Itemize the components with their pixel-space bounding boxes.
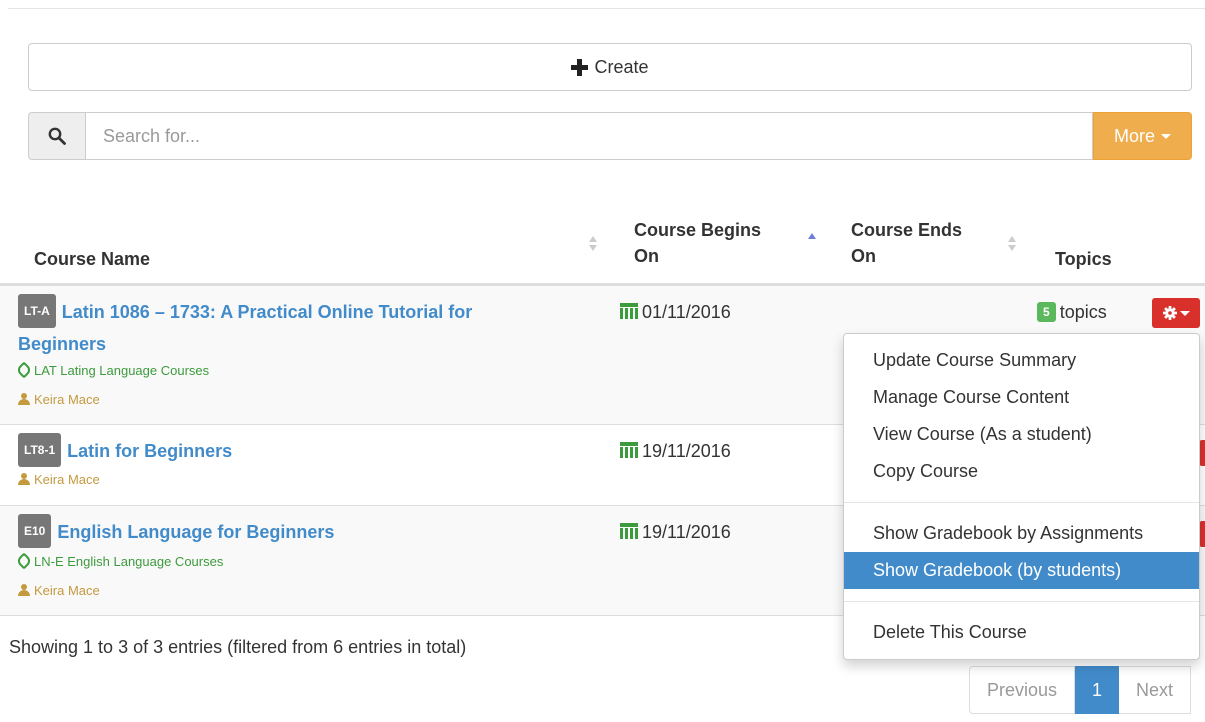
course-title: LT-A Latin 1086 – 1733: A Practical Onlin…	[18, 294, 578, 358]
course-actions-menu: Update Course Summary Manage Course Cont…	[843, 333, 1200, 660]
menu-item-copy-course[interactable]: Copy Course	[844, 453, 1199, 490]
search-icon	[48, 127, 66, 145]
pagination-page-1[interactable]: 1	[1075, 666, 1120, 714]
course-link-text: Beginners	[18, 334, 107, 354]
course-category[interactable]: LAT Lating Language Courses	[15, 361, 210, 379]
column-header-label: Course Ends	[851, 220, 963, 240]
caret-down-icon	[1179, 310, 1190, 316]
course-actions-button[interactable]	[1152, 298, 1200, 328]
create-button[interactable]: Create	[28, 43, 1192, 91]
link-icon	[15, 552, 33, 570]
calendar-icon	[620, 523, 638, 539]
topics-label: topics	[1059, 302, 1107, 322]
column-header-course-name[interactable]: Course Name	[34, 246, 150, 272]
column-header-label: Course Begins	[634, 220, 762, 240]
menu-item-manage-course-content[interactable]: Manage Course Content	[844, 379, 1199, 416]
course-link[interactable]: Latin 1086 – 1733: A Practical Online Tu…	[18, 302, 472, 354]
pagination-next[interactable]: Next	[1119, 666, 1192, 714]
date-text: 19/11/2016	[642, 522, 731, 542]
menu-item-update-course-summary[interactable]: Update Course Summary	[844, 342, 1199, 379]
menu-item-gradebook-by-students[interactable]: Show Gradebook (by students)	[844, 552, 1199, 589]
topics-cell: 5 topics	[1037, 302, 1107, 323]
menu-divider	[844, 601, 1199, 602]
course-code-badge: LT-A	[18, 294, 56, 328]
column-header-label: Course Name	[34, 249, 151, 269]
sort-icon	[1007, 236, 1017, 254]
course-author[interactable]: Keira Mace	[18, 583, 100, 598]
sort-icon	[588, 236, 598, 254]
course-begins-date: 01/11/2016	[620, 302, 731, 323]
course-category-label: LAT Lating Language Courses	[34, 363, 210, 378]
more-button-label: More	[1113, 125, 1155, 146]
table-info: Showing 1 to 3 of 3 entries (filtered fr…	[9, 637, 467, 657]
pagination: Previous 1 Next	[969, 666, 1192, 714]
column-header-topics: Topics	[1055, 246, 1112, 272]
sort-ascending-icon	[807, 233, 817, 241]
date-text: 19/11/2016	[642, 441, 731, 461]
course-begins-date: 19/11/2016	[620, 522, 731, 543]
course-category-label: LN-E English Language Courses	[34, 554, 224, 569]
topics-count-badge: 5	[1037, 302, 1056, 322]
course-author-label: Keira Mace	[34, 583, 100, 598]
date-text: 01/11/2016	[642, 302, 731, 322]
course-code-badge: LT8-1	[18, 433, 62, 467]
course-author-label: Keira Mace	[34, 392, 100, 407]
menu-item-delete-course[interactable]: Delete This Course	[844, 614, 1199, 651]
column-header-label: On	[851, 246, 876, 266]
create-button-label: Create	[594, 56, 649, 77]
plus-icon	[571, 58, 589, 76]
caret-down-icon	[1161, 133, 1171, 139]
course-link-text: Latin 1086 – 1733: A Practical Online Tu…	[61, 301, 473, 322]
user-icon	[18, 473, 30, 485]
course-title: LT8-1 Latin for Beginners	[18, 433, 578, 469]
course-author[interactable]: Keira Mace	[18, 472, 100, 487]
menu-item-gradebook-by-assignments[interactable]: Show Gradebook by Assignments	[844, 515, 1199, 552]
course-title: E10 English Language for Beginners	[18, 514, 578, 550]
course-link[interactable]: English Language for Beginners	[57, 522, 334, 542]
gear-icon	[1162, 306, 1177, 320]
calendar-icon	[620, 442, 638, 458]
menu-item-view-course-as-student[interactable]: View Course (As a student)	[844, 416, 1199, 453]
calendar-icon	[620, 303, 638, 319]
top-divider	[8, 8, 1205, 9]
course-link-text: English Language for Beginners	[57, 521, 335, 542]
search-bar: More	[28, 112, 1192, 160]
course-author[interactable]: Keira Mace	[18, 392, 100, 407]
column-header-course-ends[interactable]: Course Ends On	[851, 217, 962, 269]
column-header-label: On	[634, 246, 659, 266]
search-button[interactable]	[28, 112, 85, 160]
search-input[interactable]	[85, 112, 1093, 160]
link-icon	[15, 361, 33, 379]
user-icon	[18, 584, 30, 596]
course-author-label: Keira Mace	[34, 472, 100, 487]
column-header-course-begins[interactable]: Course Begins On	[634, 217, 761, 269]
course-link-text: Latin for Beginners	[67, 440, 233, 461]
pagination-previous[interactable]: Previous	[969, 666, 1076, 714]
course-category[interactable]: LN-E English Language Courses	[15, 552, 224, 570]
course-code-badge: E10	[18, 514, 52, 548]
course-begins-date: 19/11/2016	[620, 441, 731, 462]
more-button[interactable]: More	[1093, 112, 1192, 160]
menu-divider	[844, 502, 1199, 503]
course-link[interactable]: Latin for Beginners	[67, 441, 232, 461]
user-icon	[18, 393, 30, 405]
column-header-label: Topics	[1055, 249, 1112, 269]
